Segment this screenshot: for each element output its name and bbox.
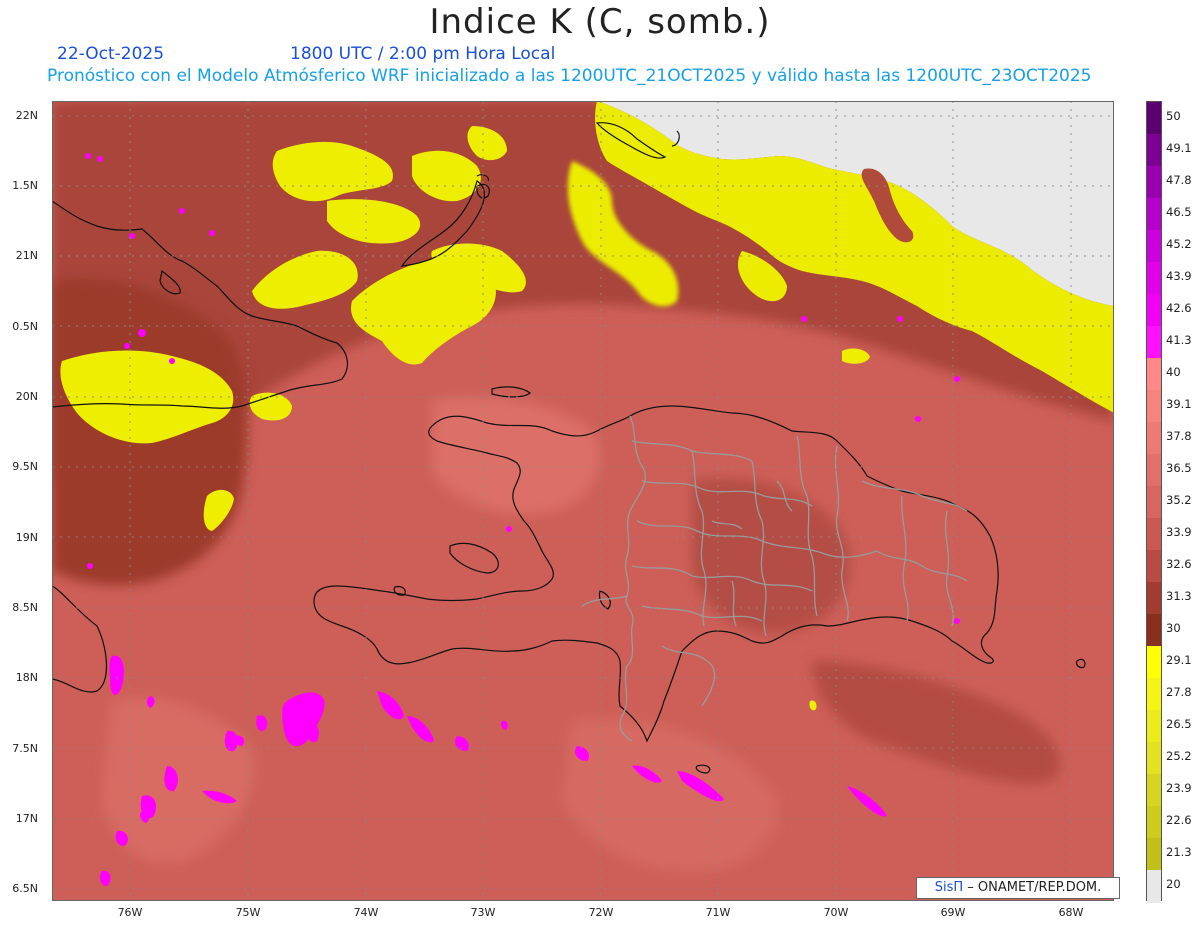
colorbar-segment xyxy=(1147,262,1161,295)
colorbar-segment xyxy=(1147,294,1161,327)
lon-label: 69W xyxy=(940,906,966,919)
lat-label: 17N xyxy=(15,812,38,825)
colorbar-label: 29.1 xyxy=(1166,653,1192,667)
colorbar-segment xyxy=(1147,550,1161,583)
lat-label: 8.5N xyxy=(12,601,38,614)
credit-box: SisΠ – ONAMET/REP.DOM. xyxy=(916,877,1120,899)
k-index-map xyxy=(52,101,1114,901)
lon-label: 68W xyxy=(1058,906,1084,919)
lon-label: 73W xyxy=(470,906,496,919)
colorbar-label: 40 xyxy=(1166,365,1181,379)
colorbar-segment xyxy=(1147,198,1161,231)
colorbar-label: 46.5 xyxy=(1166,205,1192,219)
colorbar-segment xyxy=(1147,390,1161,423)
lon-label: 74W xyxy=(353,906,379,919)
colorbar-segment xyxy=(1147,806,1161,839)
colorbar-segment xyxy=(1147,486,1161,519)
lon-label: 75W xyxy=(235,906,261,919)
colorbar-label: 42.6 xyxy=(1166,301,1192,315)
colorbar-label: 45.2 xyxy=(1166,237,1192,251)
lon-label: 76W xyxy=(117,906,143,919)
lat-label: 22N xyxy=(15,109,38,122)
colorbar-label: 27.8 xyxy=(1166,685,1192,699)
colorbar-label: 33.9 xyxy=(1166,525,1192,539)
colorbar-segment xyxy=(1147,742,1161,775)
colorbar-segment xyxy=(1147,518,1161,551)
lat-label: 1.5N xyxy=(12,179,38,192)
colorbar-label: 47.8 xyxy=(1166,173,1192,187)
lon-label: 70W xyxy=(823,906,849,919)
colorbar-label: 23.9 xyxy=(1166,781,1192,795)
colorbar-segment xyxy=(1147,678,1161,711)
colorbar-segment xyxy=(1147,166,1161,199)
colorbar-label: 25.2 xyxy=(1166,749,1192,763)
colorbar-label: 36.5 xyxy=(1166,461,1192,475)
colorbar-segment xyxy=(1147,646,1161,679)
colorbar-label: 35.2 xyxy=(1166,493,1192,507)
lon-label: 71W xyxy=(705,906,731,919)
lat-label: 20N xyxy=(15,390,38,403)
colorbar-label: 37.8 xyxy=(1166,429,1192,443)
forecast-description: Pronóstico con el Modelo Atmósferico WRF… xyxy=(47,66,1092,86)
colorbar-label: 20 xyxy=(1166,877,1181,891)
colorbar-segment xyxy=(1147,710,1161,743)
lat-label: 9.5N xyxy=(12,460,38,473)
colorbar-segment xyxy=(1147,454,1161,487)
lat-label: 6.5N xyxy=(12,882,38,895)
colorbar-segment xyxy=(1147,774,1161,807)
colorbar-segment xyxy=(1147,422,1161,455)
colorbar-segment xyxy=(1147,134,1161,167)
colorbar-label: 49.1 xyxy=(1166,141,1192,155)
lat-label: 19N xyxy=(15,531,38,544)
map-title: Indice K (C, somb.) xyxy=(429,2,771,42)
colorbar-label: 31.3 xyxy=(1166,589,1192,603)
colorbar-segment xyxy=(1147,358,1161,391)
colorbar-label: 26.5 xyxy=(1166,717,1192,731)
colorbar xyxy=(1146,101,1162,903)
colorbar-segment xyxy=(1147,326,1161,359)
colorbar-segment xyxy=(1147,838,1161,871)
colorbar-segment xyxy=(1147,582,1161,615)
colorbar-label: 41.3 xyxy=(1166,333,1192,347)
colorbar-segment xyxy=(1147,230,1161,263)
colorbar-segment xyxy=(1147,614,1161,647)
lat-label: 0.5N xyxy=(12,320,38,333)
colorbar-label: 50 xyxy=(1166,109,1181,123)
colorbar-label: 22.6 xyxy=(1166,813,1192,827)
lat-label: 18N xyxy=(15,671,38,684)
colorbar-segment xyxy=(1147,870,1161,903)
forecast-date: 22-Oct-2025 xyxy=(57,44,165,64)
sispi-logo-text: SisΠ xyxy=(934,880,964,895)
forecast-time: 1800 UTC / 2:00 pm Hora Local xyxy=(290,44,556,64)
lon-label: 72W xyxy=(588,906,614,919)
colorbar-label: 30 xyxy=(1166,621,1181,635)
colorbar-label: 39.1 xyxy=(1166,397,1192,411)
lat-label: 7.5N xyxy=(12,742,38,755)
colorbar-label: 43.9 xyxy=(1166,269,1192,283)
colorbar-segment xyxy=(1147,102,1161,135)
lat-label: 21N xyxy=(15,249,38,262)
colorbar-label: 32.6 xyxy=(1166,557,1192,571)
credit-text: – ONAMET/REP.DOM. xyxy=(967,880,1102,895)
colorbar-label: 21.3 xyxy=(1166,845,1192,859)
